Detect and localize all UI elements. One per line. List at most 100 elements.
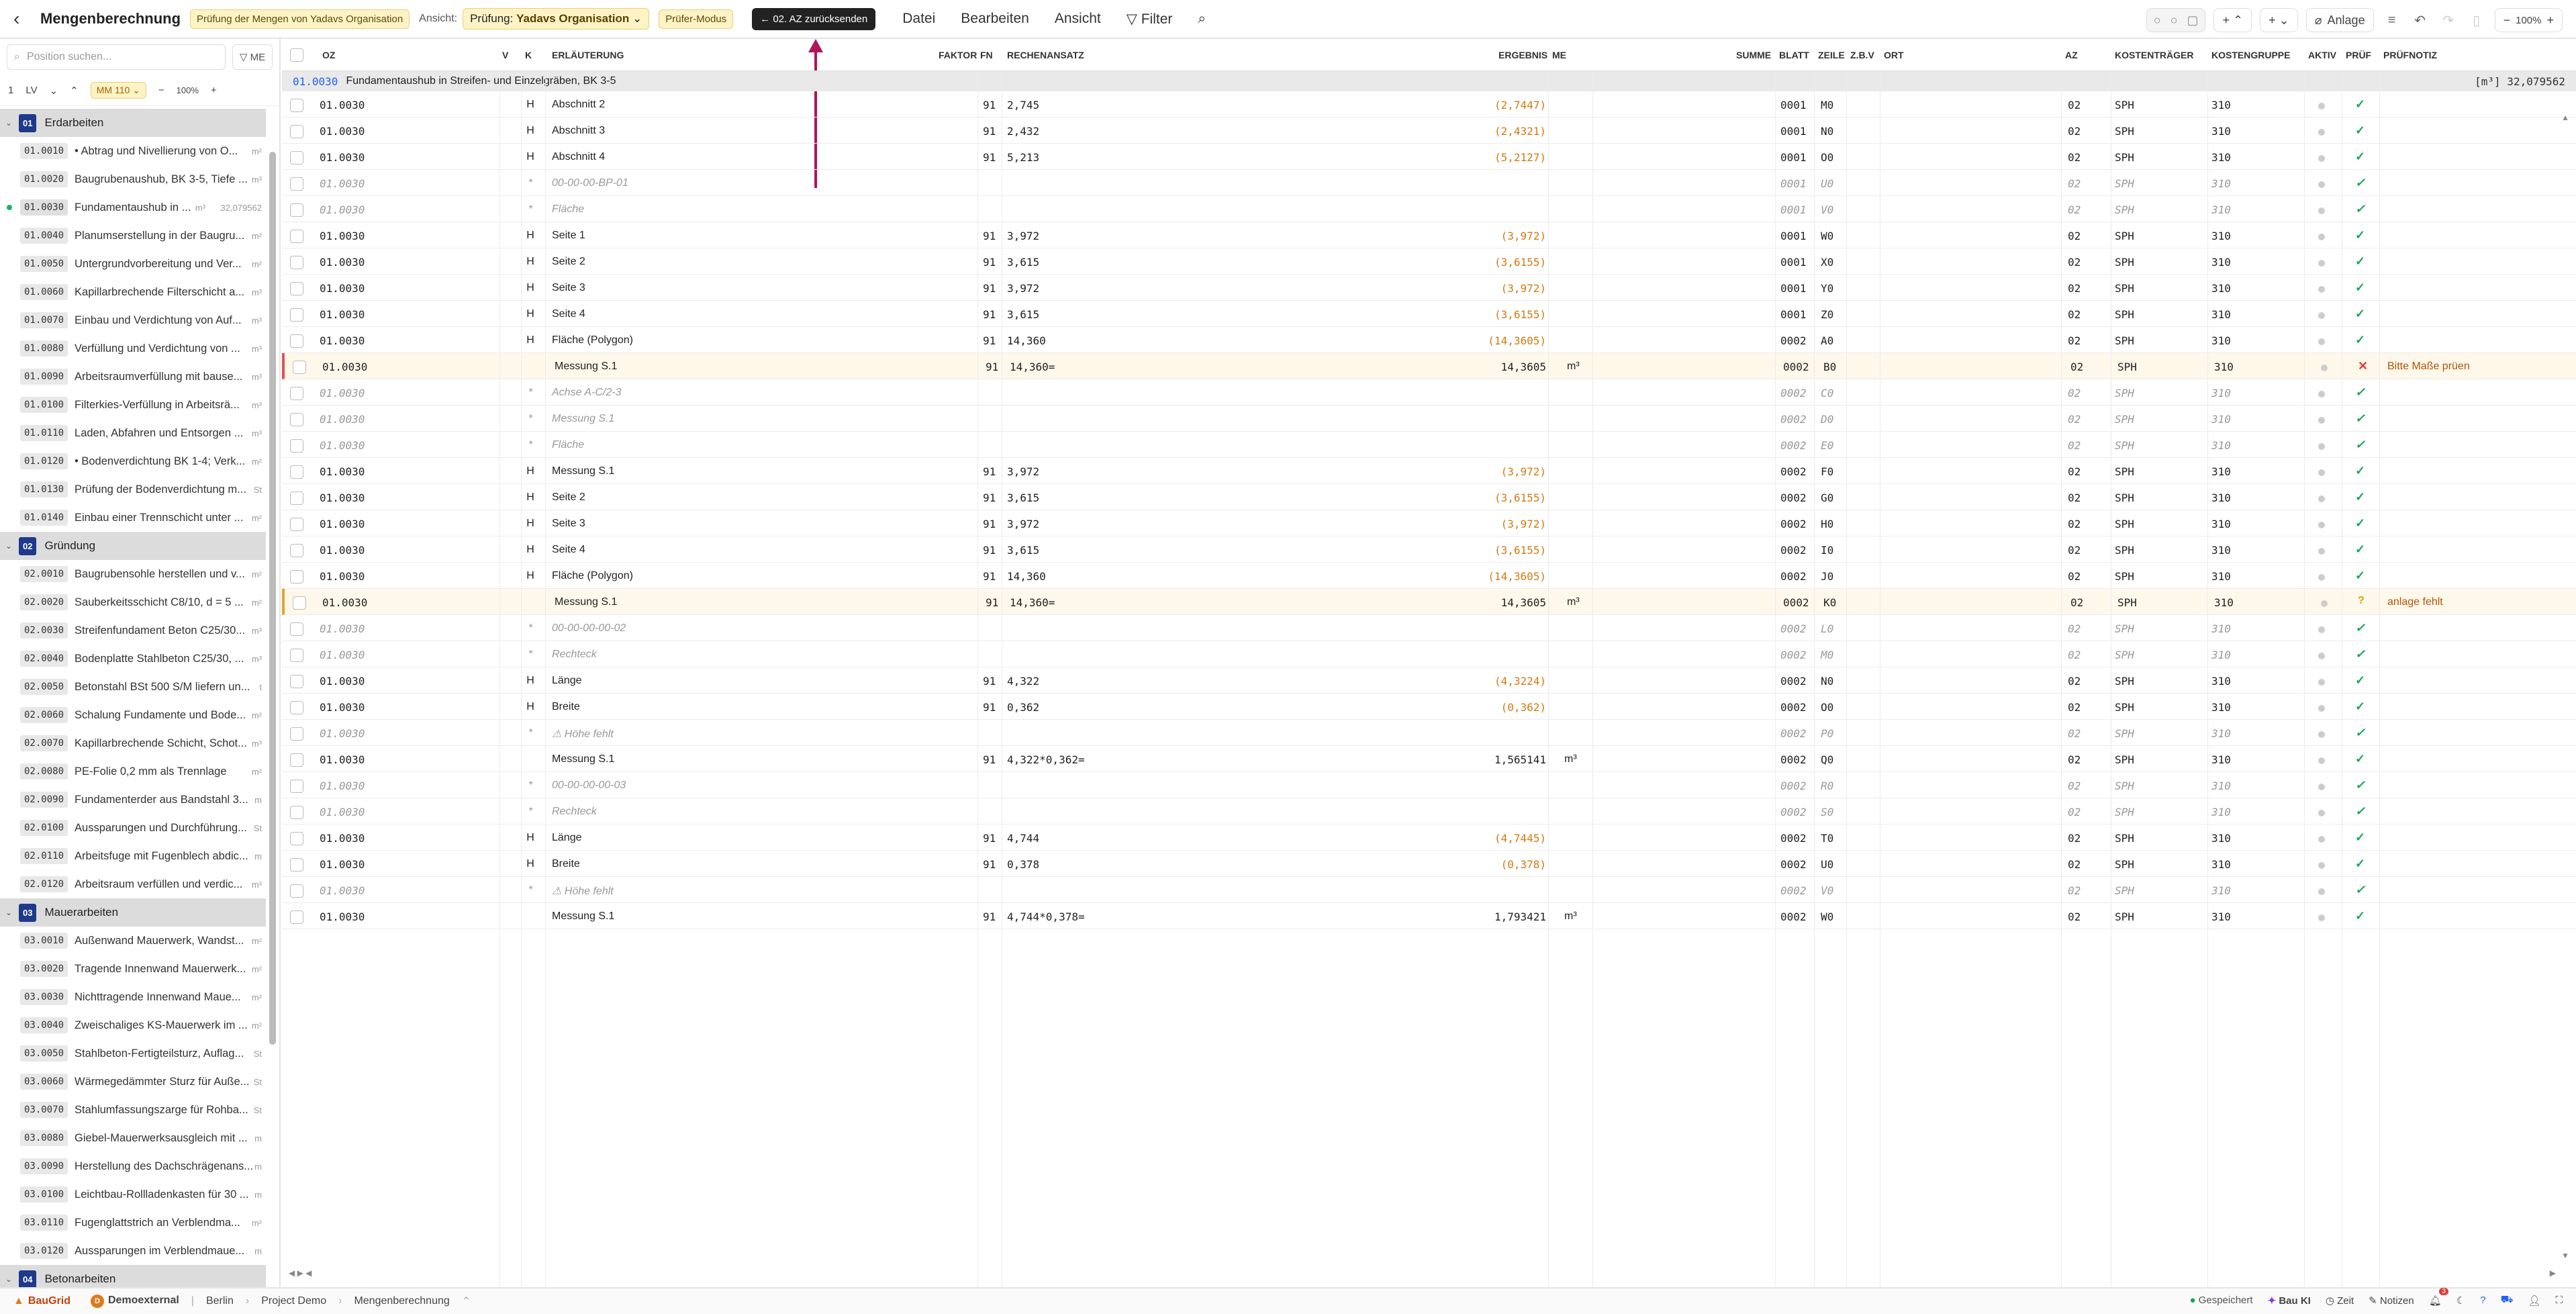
col-oz[interactable]: OZ (322, 50, 335, 60)
cell-erlaeuterung[interactable]: Länge (552, 832, 582, 844)
aktiv-toggle[interactable] (2318, 467, 2325, 479)
cell-kostengruppe[interactable]: 310 (2211, 151, 2231, 164)
row-checkbox[interactable] (290, 413, 303, 426)
pruef-status[interactable]: ✓ (2355, 333, 2365, 347)
cell-k[interactable]: * (528, 622, 532, 635)
menu-datei[interactable]: Datei (902, 11, 935, 27)
cell-rechenansatz[interactable]: 3,615 (1007, 256, 1039, 269)
table-row[interactable]: 01.0030 H Seite 2 91 3,615 (3,6155) 0001 X0 02 SP… (282, 248, 2576, 275)
row-checkbox[interactable] (290, 308, 303, 322)
table-row[interactable]: 01.0030 Messung S.1 91 14,360= 14,3605 m³ 0002… (282, 353, 2576, 379)
cell-kostentraeger[interactable]: SPH (2115, 622, 2134, 635)
cross-icon[interactable]: ✕ (2358, 359, 2368, 373)
cell-zeile[interactable]: M0 (1821, 649, 1833, 661)
table-row[interactable]: 01.0030 H Breite 91 0,378 (0,378) 0002 U0 02 SPH 3… (282, 851, 2576, 877)
cell-zeile[interactable]: G0 (1821, 491, 1833, 504)
cell-oz[interactable]: 01.0030 (320, 649, 365, 661)
cell-kostengruppe[interactable]: 310 (2211, 203, 2231, 216)
sidebar-item[interactable]: 03.0050 Stahlbeton-Fertigteilsturz, Aufla… (0, 1039, 266, 1068)
scroll-right-icon[interactable]: ▶ (2550, 1268, 2556, 1278)
pruef-status[interactable]: ✓ (2355, 673, 2365, 688)
row-checkbox[interactable] (290, 465, 303, 479)
table-row[interactable]: 01.0030 Messung S.1 91 14,360= 14,3605 m³ 0002… (282, 589, 2576, 615)
cell-kostentraeger[interactable]: SPH (2115, 151, 2134, 164)
question-icon[interactable]: ? (2358, 595, 2365, 606)
chevron-down-icon[interactable]: ⌄ (5, 541, 12, 551)
cell-oz[interactable]: 01.0030 (320, 308, 365, 321)
cell-oz[interactable]: 01.0030 (320, 282, 365, 295)
aktiv-toggle[interactable] (2318, 651, 2325, 663)
cell-az[interactable]: 02 (2068, 230, 2081, 242)
table-row[interactable]: 01.0030 H Messung S.1 91 3,972 (3,972) 0002 F0 0… (282, 458, 2576, 484)
table-row[interactable]: 01.0030 H Länge 91 4,744 (4,7445) 0002 T0 02 SPH 3… (282, 825, 2576, 851)
cell-k[interactable]: H (526, 570, 534, 582)
cell-az[interactable]: 02 (2068, 544, 2081, 557)
cell-oz[interactable]: 01.0030 (320, 491, 365, 504)
cell-kostentraeger[interactable]: SPH (2115, 387, 2134, 400)
cell-kostentraeger[interactable]: SPH (2115, 230, 2134, 242)
cell-oz[interactable]: 01.0030 (320, 910, 365, 923)
table-row[interactable]: 01.0030 H Seite 3 91 3,972 (3,972) 0001 Y0 02 SPH… (282, 275, 2576, 301)
cell-blatt[interactable]: 0002 (1780, 780, 1807, 792)
level-value[interactable]: 1 (8, 85, 13, 96)
check-icon[interactable]: ✓ (2355, 412, 2365, 425)
chevron-down-icon[interactable]: ⌄ (5, 118, 12, 128)
scroll-down-icon[interactable]: ▼ (2561, 1251, 2569, 1260)
cell-k[interactable]: H (526, 99, 534, 111)
row-checkbox[interactable] (290, 439, 303, 453)
cell-az[interactable]: 02 (2068, 884, 2081, 897)
cell-fn[interactable]: 91 (983, 151, 996, 164)
cell-zeile[interactable]: X0 (1821, 256, 1833, 269)
cell-az[interactable]: 02 (2068, 491, 2081, 504)
row-checkbox[interactable] (290, 570, 303, 583)
aktiv-toggle[interactable] (2318, 389, 2325, 401)
sidebar-item[interactable]: 01.0030 Fundamentaushub in ... m³ 32,079562 (0, 193, 266, 222)
row-checkbox[interactable] (290, 230, 303, 243)
aktiv-toggle[interactable] (2318, 808, 2325, 820)
cell-kostengruppe[interactable]: 310 (2211, 858, 2231, 871)
zoom-control[interactable]: − 100% + (2494, 8, 2563, 32)
cell-rechenansatz[interactable]: 2,745 (1007, 99, 1039, 111)
sidebar-item[interactable]: 01.0130 Prüfung der Bodenverdichtung m...… (0, 475, 266, 504)
cell-k[interactable]: H (526, 518, 534, 530)
table-row[interactable]: 01.0030 H Fläche (Polygon) 91 14,360 (14,3605… (282, 563, 2576, 589)
cell-kostengruppe[interactable]: 310 (2211, 806, 2231, 818)
cell-zeile[interactable]: A0 (1821, 334, 1833, 347)
check-icon[interactable]: ✓ (2355, 673, 2365, 687)
cell-zeile[interactable]: U0 (1821, 858, 1833, 871)
cell-fn[interactable]: 91 (986, 596, 998, 609)
check-icon[interactable]: ✓ (2355, 307, 2365, 320)
cell-kostentraeger[interactable]: SPH (2115, 413, 2134, 426)
pruef-status[interactable]: ✓ (2355, 516, 2365, 530)
cell-blatt[interactable]: 0002 (1780, 491, 1807, 504)
org-switcher[interactable]: D Demoexternal (90, 1295, 179, 1308)
cell-blatt[interactable]: 0002 (1780, 806, 1807, 818)
cell-az[interactable]: 02 (2068, 753, 2081, 766)
add-above-button[interactable]: + ⌃ (2213, 8, 2252, 32)
aktiv-toggle[interactable] (2318, 179, 2325, 191)
sidebar-item[interactable]: 03.0020 Tragende Innenwand Mauerwerk... m² (0, 955, 266, 983)
sidebar-item[interactable]: 03.0120 Aussparungen im Verblendmaue... m (0, 1237, 266, 1265)
cell-kostengruppe[interactable]: 310 (2211, 125, 2231, 138)
cell-k[interactable]: H (526, 308, 534, 320)
cell-erlaeuterung[interactable]: Seite 3 (552, 518, 585, 530)
breadcrumb-page[interactable]: Mengenberechnung (354, 1295, 449, 1307)
cell-blatt[interactable]: 0002 (1780, 753, 1807, 766)
ai-button[interactable]: ✦ Bau KI (2268, 1295, 2311, 1307)
cell-az[interactable]: 02 (2068, 806, 2081, 818)
cell-kostentraeger[interactable]: SPH (2117, 596, 2137, 609)
cell-rechenansatz[interactable]: 2,432 (1007, 125, 1039, 138)
check-icon[interactable]: ✓ (2355, 97, 2365, 111)
pruef-status[interactable]: ✕ (2358, 359, 2368, 373)
sidebar-item[interactable]: 01.0020 Baugrubenaushub, BK 3-5, Tiefe ..… (0, 165, 266, 193)
sidebar-item[interactable]: 01.0080 Verfüllung und Verdichtung von ..… (0, 334, 266, 363)
row-checkbox[interactable] (290, 334, 303, 348)
cell-blatt[interactable]: 0002 (1780, 727, 1807, 740)
lv-select[interactable]: LV (26, 85, 37, 96)
cell-me[interactable]: m³ (1567, 596, 1580, 608)
notes-button[interactable]: ✎ Notizen (2369, 1295, 2414, 1307)
cell-kostengruppe[interactable]: 310 (2211, 439, 2231, 452)
cell-rechenansatz[interactable]: 4,744 (1007, 832, 1039, 845)
cell-rechenansatz[interactable]: 14,360= (1010, 361, 1055, 373)
chevron-down-icon[interactable]: ⌄ (50, 85, 58, 97)
